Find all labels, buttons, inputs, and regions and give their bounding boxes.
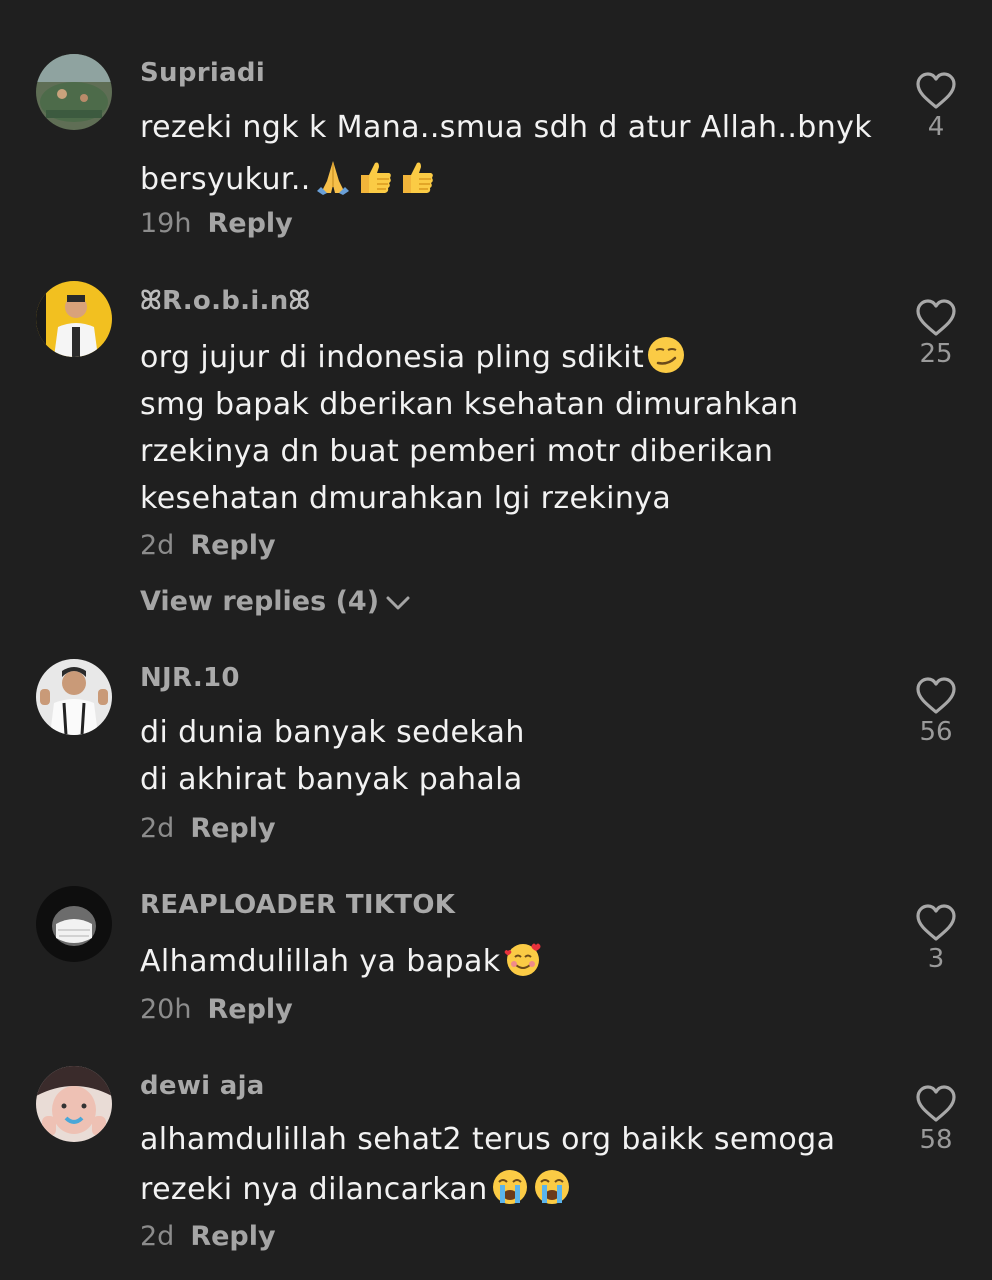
comment-text: di dunia banyak sedekah di akhirat banya… [140,709,870,803]
avatar[interactable] [36,1066,112,1142]
heart-icon [916,72,956,109]
username-text: R.o.b.i.n [161,286,289,316]
thumbs-up-emoji [402,162,433,193]
comment-line: di dunia banyak sedekah [140,715,525,750]
comment-line: rezeki nya dilancarkan [140,1172,488,1207]
comment-line: org jujur di indonesia pling sdikit [140,340,645,375]
timestamp: 19h [140,208,192,239]
username[interactable]: REAPLOADER TIKTOK [140,890,455,920]
comment-line: rzekinya dn buat pemberi motr diberikan [140,434,774,469]
reply-button[interactable]: Reply [207,208,292,239]
decoration-icon: ꕤ [288,286,311,316]
comment-line-with-emoji: Alhamdulillah ya bapak [140,938,870,985]
view-replies-label: View replies (4) [140,586,380,617]
reply-button[interactable]: Reply [190,813,275,844]
timestamp: 20h [140,994,192,1025]
like-count: 3 [927,944,945,974]
like-button[interactable]: 58 [900,1085,972,1155]
like-button[interactable]: 4 [900,72,972,142]
view-replies-button[interactable]: View replies (4) [140,586,411,617]
decoration-icon: ꕤ [140,286,162,316]
crying-emoji [492,1170,527,1204]
like-count: 4 [927,112,945,142]
reply-button[interactable]: Reply [190,1221,275,1252]
comment-line-with-emoji: org jujur di indonesia pling sdikit [140,334,870,381]
comment-line: smg bapak dberikan ksehatan dimurahkan [140,387,799,422]
smirk-emoji [648,337,685,373]
username[interactable]: Supriadi [140,58,265,88]
avatar[interactable] [36,54,112,130]
comment-line: bersyukur.. [140,162,311,197]
heart-icon [916,904,956,941]
like-button[interactable]: 56 [900,677,972,747]
comment-meta: 2d Reply [140,530,276,561]
heart-icon [916,299,956,336]
heart-icon [916,1085,956,1122]
comment-line: Alhamdulillah ya bapak [140,944,501,979]
comment-meta: 20h Reply [140,994,293,1025]
username[interactable]: NJR.10 [140,663,240,693]
avatar[interactable] [36,281,112,357]
comment-text: alhamdulillah sehat2 terus org baikk sem… [140,1116,870,1213]
crying-emoji [534,1170,569,1204]
reply-button[interactable]: Reply [207,994,292,1025]
comment-line: kesehatan dmurahkan lgi rzekinya [140,481,672,516]
comment-meta: 19h Reply [140,208,293,239]
comment-text: org jujur di indonesia pling sdikit smg … [140,334,870,522]
comment-text: Alhamdulillah ya bapak [140,938,870,985]
heart-icon [916,677,956,714]
comment-text: rezeki ngk k Mana..smua sdh d atur Allah… [140,104,873,203]
comment-line: di akhirat banyak pahala [140,762,523,797]
chevron-down-icon [386,596,410,609]
timestamp: 2d [140,1221,175,1252]
like-count: 58 [919,1125,953,1155]
thumbs-up-emoji [360,162,391,193]
comment-meta: 2d Reply [140,1221,276,1252]
timestamp: 2d [140,530,175,561]
folded-hands-emoji [316,161,349,195]
comment-meta: 2d Reply [140,813,276,844]
avatar[interactable] [36,886,112,962]
comments-screen: Supriadi rezeki ngk k Mana..smua sdh d a… [0,0,992,1280]
username[interactable]: ꕤR.o.b.i.nꕤ [140,286,310,317]
smiling-hearts-emoji [504,943,541,976]
timestamp: 2d [140,813,175,844]
like-button[interactable]: 3 [900,904,972,974]
like-button[interactable]: 25 [900,299,972,369]
comment-line-with-emoji: rezeki nya dilancarkan [140,1166,870,1213]
username[interactable]: dewi aja [140,1071,265,1101]
reply-button[interactable]: Reply [190,530,275,561]
like-count: 56 [919,717,953,747]
comment-line-with-emoji: bersyukur.. [140,156,870,203]
avatar[interactable] [36,659,112,735]
comment-line: rezeki ngk k Mana..smua sdh d atur Allah… [140,110,873,145]
like-count: 25 [919,339,953,369]
comment-line: alhamdulillah sehat2 terus org baikk sem… [140,1122,836,1157]
